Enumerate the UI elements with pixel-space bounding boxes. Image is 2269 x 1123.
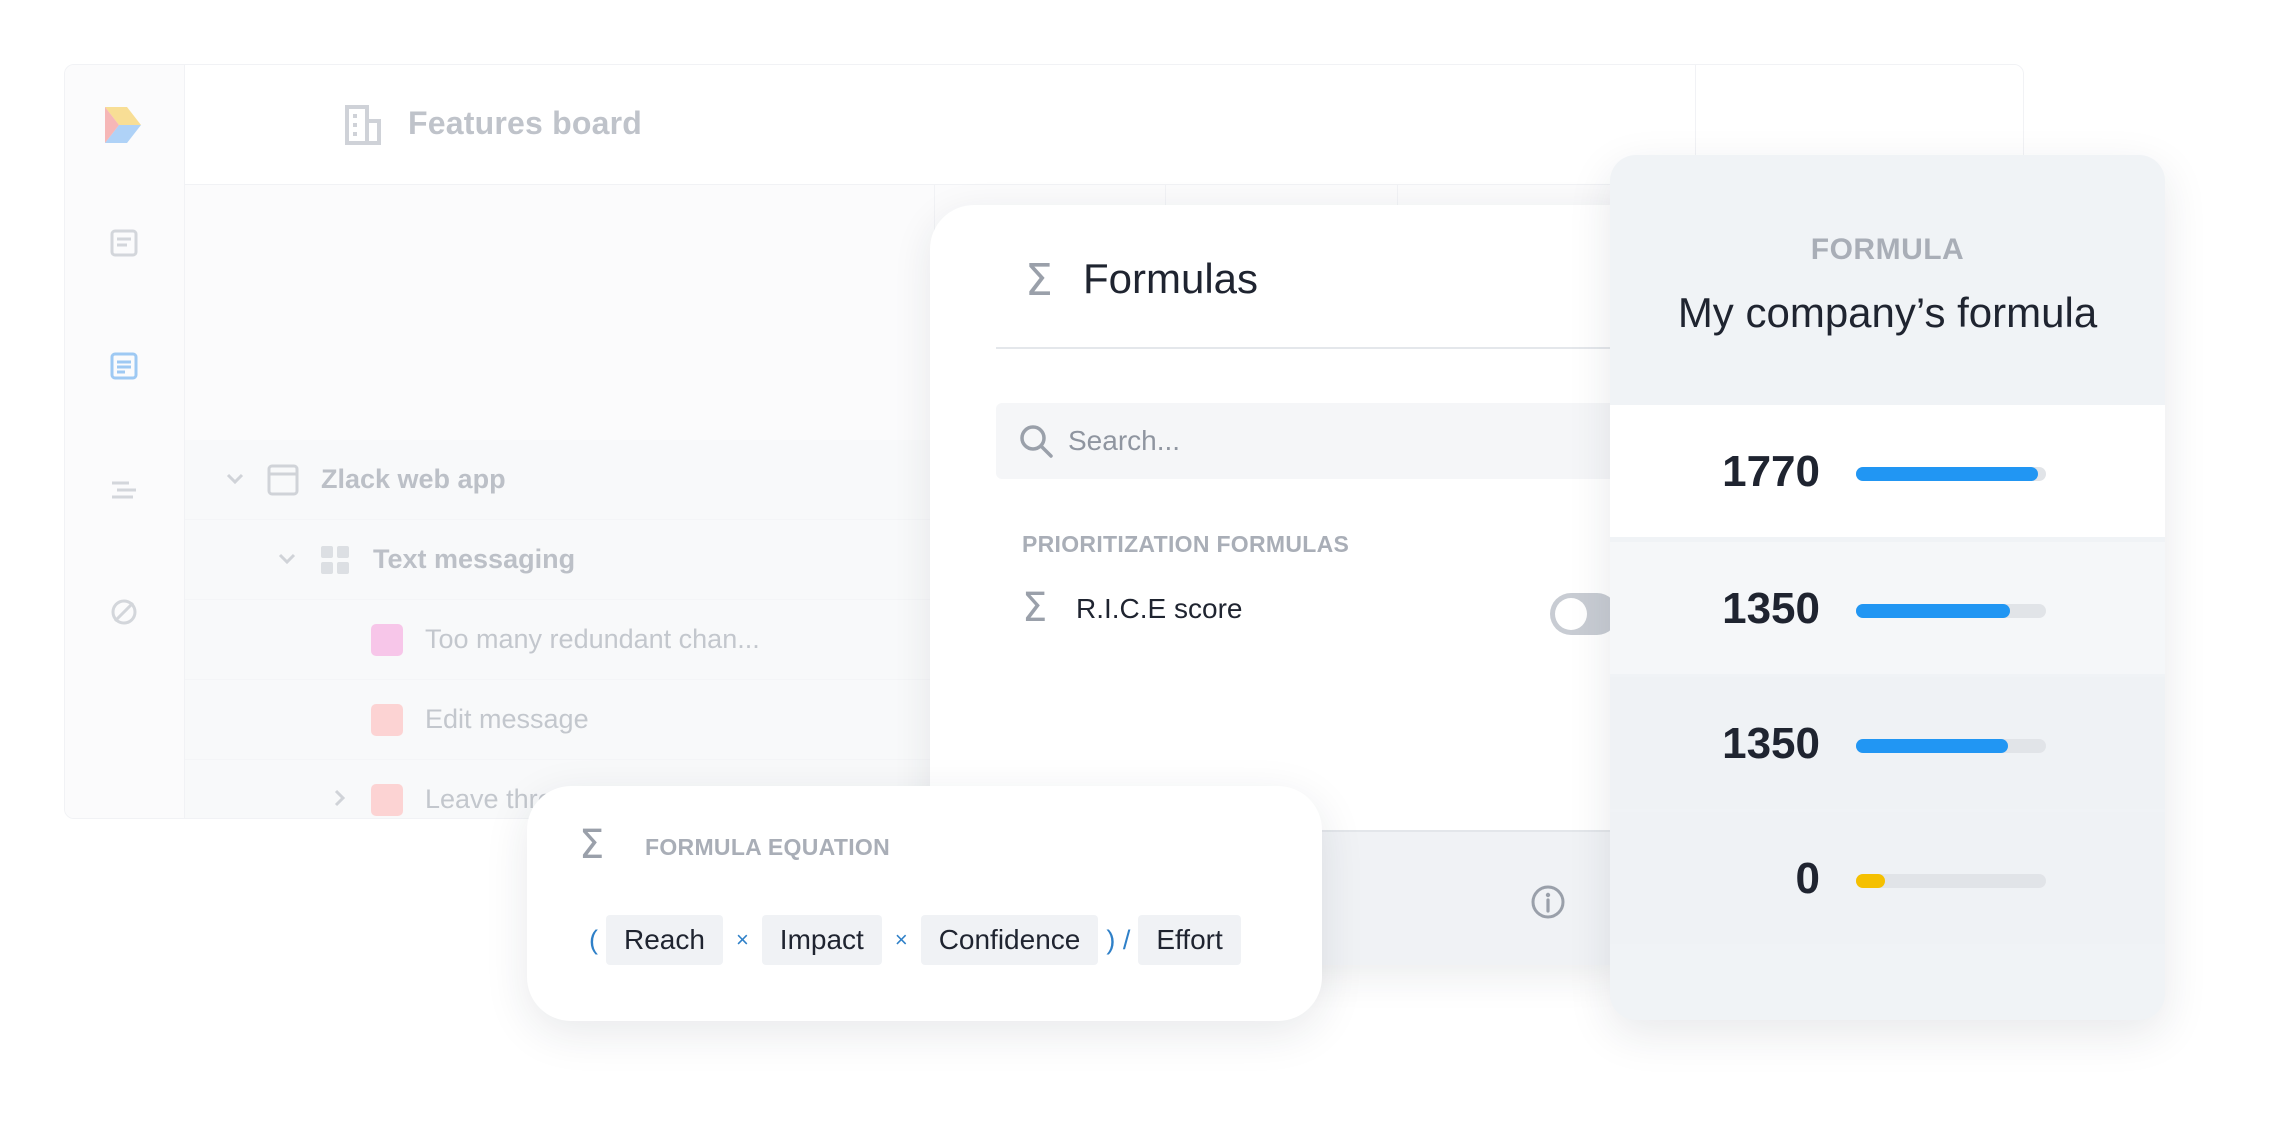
app-logo-icon bbox=[105, 107, 141, 143]
roadmap-icon[interactable] bbox=[109, 475, 139, 505]
score-value: 1350 bbox=[1722, 719, 1820, 768]
score-bar-fill bbox=[1856, 874, 1885, 888]
score-row: 1350 bbox=[1610, 677, 2165, 809]
score-bar-track bbox=[1856, 739, 2046, 753]
score-bar-fill bbox=[1856, 467, 2039, 481]
score-bar-track bbox=[1856, 604, 2046, 618]
feature-status-swatch bbox=[371, 624, 403, 656]
formula-equation-card: Σ FORMULA EQUATION ( Reach × Impact × Co… bbox=[527, 786, 1322, 1021]
tree-row-label: Zlack web app bbox=[321, 464, 506, 494]
score-row: 1350 bbox=[1610, 542, 2165, 674]
equation-label: FORMULA EQUATION bbox=[645, 834, 890, 860]
term-chip-reach[interactable]: Reach bbox=[606, 915, 723, 965]
feature-status-swatch bbox=[371, 704, 403, 736]
score-bar-track bbox=[1856, 874, 2046, 888]
tree-row-feature[interactable]: Too many redundant chan... bbox=[185, 600, 934, 680]
board-title: Features board bbox=[408, 105, 642, 141]
sigma-icon: Σ bbox=[1025, 255, 1053, 306]
equation-expression: ( Reach × Impact × Confidence ) / Effort bbox=[581, 914, 1241, 966]
chevron-down-icon[interactable] bbox=[275, 546, 299, 570]
multiply-operator: × bbox=[735, 927, 749, 952]
notes-icon[interactable] bbox=[109, 228, 139, 258]
sigma-icon: Σ bbox=[1022, 585, 1048, 631]
score-value: 1770 bbox=[1722, 447, 1820, 496]
term-chip-confidence[interactable]: Confidence bbox=[920, 915, 1099, 965]
tree-row-feature[interactable]: Edit message bbox=[185, 680, 934, 760]
search-icon bbox=[1020, 425, 1053, 458]
chevron-right-icon[interactable] bbox=[327, 786, 351, 810]
info-icon[interactable] bbox=[1530, 884, 1566, 920]
formula-item-rice[interactable]: Σ R.I.C.E score bbox=[996, 575, 1630, 645]
score-bar-fill bbox=[1856, 739, 2008, 753]
section-title: PRIORITIZATION FORMULAS bbox=[1022, 531, 1350, 557]
tree-row-component[interactable]: Text messaging bbox=[185, 520, 934, 600]
score-bar-track bbox=[1856, 467, 2046, 481]
component-grid-icon bbox=[321, 546, 349, 574]
card-label: FORMULA bbox=[1810, 233, 1965, 266]
insights-icon[interactable] bbox=[109, 597, 139, 627]
search-input[interactable] bbox=[1068, 403, 1628, 479]
tree-row-product[interactable]: Zlack web app bbox=[185, 440, 934, 520]
title-divider bbox=[996, 347, 1630, 349]
close-paren-divide: ) / bbox=[1106, 924, 1131, 955]
feature-tree: Zlack web app Text messaging Too many re… bbox=[185, 185, 935, 818]
features-board-nav-icon[interactable] bbox=[109, 351, 139, 381]
panel-title: Formulas bbox=[1083, 255, 1259, 302]
score-value: 0 bbox=[1795, 854, 1820, 903]
search-box bbox=[996, 403, 1630, 479]
score-row: 0 bbox=[1610, 812, 2165, 944]
tree-row-label: Edit message bbox=[425, 704, 589, 734]
product-icon bbox=[267, 464, 299, 496]
tree-row-label: Too many redundant chan... bbox=[425, 624, 760, 654]
multiply-operator: × bbox=[894, 927, 908, 952]
score-bar-fill bbox=[1856, 604, 2010, 618]
building-icon bbox=[345, 105, 381, 145]
card-title: My company’s formula bbox=[1677, 289, 2098, 336]
sigma-icon: Σ bbox=[579, 822, 605, 868]
formula-enable-toggle[interactable] bbox=[1550, 593, 1618, 635]
formula-preview-card: FORMULA My company’s formula 1770 1350 1… bbox=[1610, 155, 2165, 1020]
open-paren: ( bbox=[589, 924, 598, 955]
chevron-down-icon[interactable] bbox=[223, 466, 247, 490]
formula-name: R.I.C.E score bbox=[1076, 593, 1243, 624]
feature-status-swatch bbox=[371, 784, 403, 816]
term-chip-effort[interactable]: Effort bbox=[1138, 915, 1241, 965]
score-value: 1350 bbox=[1722, 584, 1820, 633]
feature-tree-header bbox=[185, 185, 934, 440]
tree-row-label: Text messaging bbox=[373, 544, 576, 574]
term-chip-impact[interactable]: Impact bbox=[761, 915, 882, 965]
left-nav-rail bbox=[65, 65, 185, 818]
score-row: 1770 bbox=[1610, 405, 2165, 537]
toggle-knob bbox=[1555, 598, 1587, 630]
